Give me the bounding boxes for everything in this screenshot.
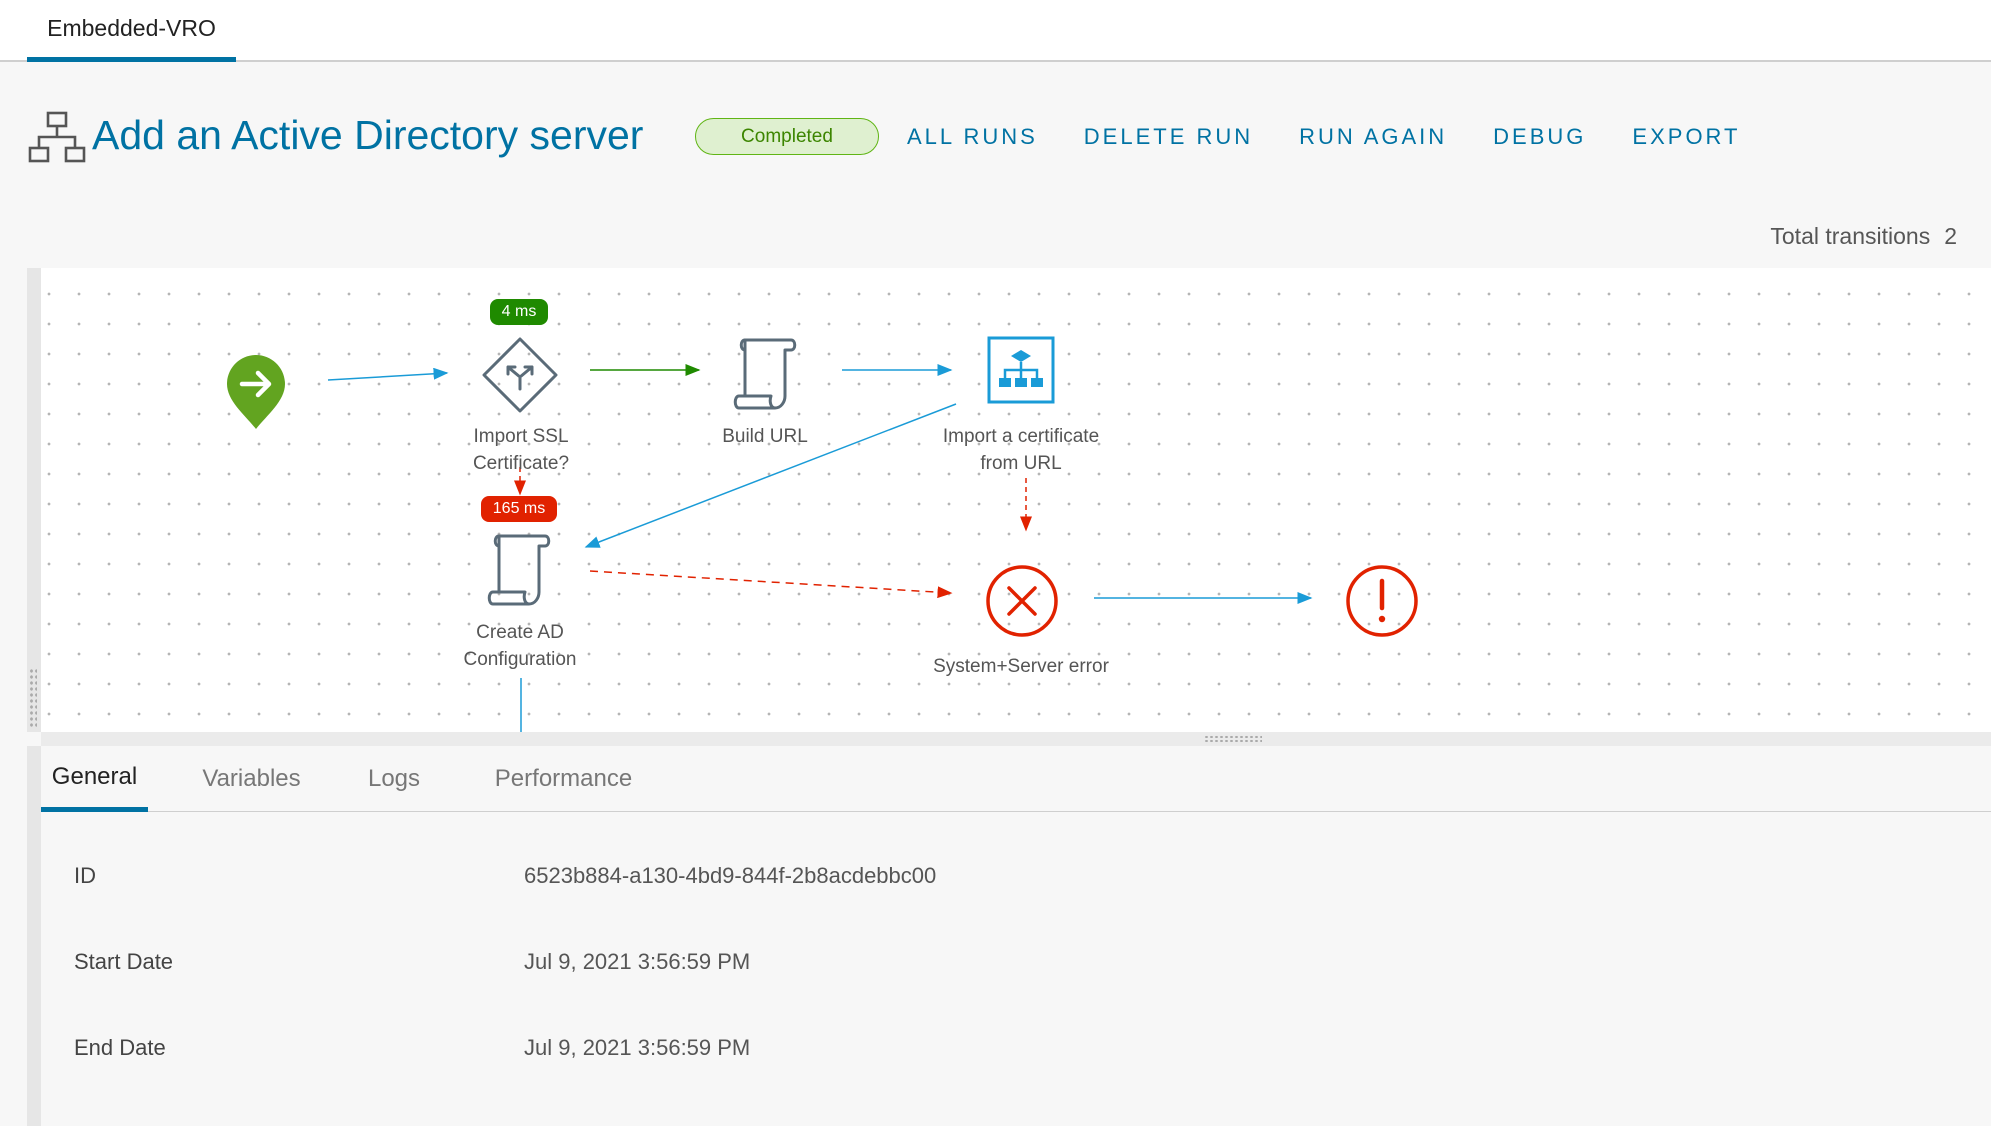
all-runs-button[interactable]: ALL RUNS [907,124,1038,150]
decision-label-line1: Import SSL [473,426,569,447]
details-left-strip [27,746,41,1126]
create-ad-label-line1: Create AD [476,622,564,643]
build-url-node-label: Build URL [722,426,808,447]
decision-node-label: Import SSL Certificate? [401,423,641,477]
link-start-decision [327,367,449,381]
status-badge: Completed [695,118,879,155]
decision-label-line2: Certificate? [472,453,570,474]
start-date-label: Start Date [74,949,174,974]
script-icon [487,534,551,606]
nested-workflow-icon [987,336,1055,404]
error-handler-node[interactable] [985,564,1059,638]
tab-general[interactable]: General [41,746,148,812]
detail-tabs: General Variables Logs Performance [41,746,1991,812]
resize-grip-icon [1204,735,1262,744]
create-ad-node[interactable] [485,532,553,608]
import-cert-node[interactable] [987,336,1055,404]
total-transitions-label: Total transitions [1770,223,1931,249]
page-title: Add an Active Directory server [92,112,644,158]
top-tab-bar: Embedded-VRO [0,0,1991,62]
action-bar: ALL RUNS DELETE RUN RUN AGAIN DEBUG EXPO… [907,124,1786,150]
import-cert-label-line1: Import a certificate [942,426,1100,447]
decision-icon [482,337,558,413]
run-details-panel: General Variables Logs Performance ID 65… [41,746,1991,1126]
tab-logs[interactable]: Logs [361,746,427,812]
total-transitions: Total transitions 2 [1770,223,1957,250]
workflow-run-header: Add an Active Directory server Completed… [28,108,1988,168]
decision-node[interactable] [480,335,560,415]
end-date-label: End Date [74,1035,166,1060]
delete-run-button[interactable]: DELETE RUN [1084,124,1253,150]
id-value: 6523b884-a130-4bd9-844f-2b8acdebbc00 [524,863,937,888]
start-node[interactable] [225,353,287,431]
end-error-node[interactable] [1345,564,1419,638]
build-url-node[interactable] [731,336,799,412]
error-x-circle-icon [986,565,1058,637]
horizontal-resize-handle[interactable] [41,732,1991,746]
error-handler-node-label: System+Server error [933,656,1109,677]
tab-embedded-vro[interactable]: Embedded-VRO [27,0,236,62]
create-ad-node-label: Create AD Configuration [400,619,640,673]
create-ad-time-badge: 165 ms [481,496,557,522]
debug-button[interactable]: DEBUG [1493,124,1586,150]
import-cert-node-label: Import a certificate from URL [901,423,1141,477]
end-date-value: Jul 9, 2021 3:56:59 PM [524,1035,751,1060]
tab-performance[interactable]: Performance [481,746,646,812]
link-create-ad-error [589,570,953,599]
workflow-canvas[interactable]: 4 ms Import SSL Certificate? Build URL I… [41,268,1991,732]
start-date-value: Jul 9, 2021 3:56:59 PM [524,949,751,974]
exclamation-circle-icon [1346,565,1418,637]
vertical-resize-handle[interactable] [29,668,37,728]
decision-time-badge: 4 ms [490,299,548,325]
total-transitions-count: 2 [1944,223,1957,249]
workflow-canvas-panel: 4 ms Import SSL Certificate? Build URL I… [27,268,1991,732]
run-again-button[interactable]: RUN AGAIN [1299,124,1447,150]
create-ad-label-line2: Configuration [463,649,577,670]
tab-variables[interactable]: Variables [194,746,309,812]
import-cert-label-line2: from URL [980,453,1062,474]
workflow-icon [28,111,86,163]
export-button[interactable]: EXPORT [1632,124,1740,150]
id-label: ID [74,863,96,888]
script-icon [733,338,797,410]
